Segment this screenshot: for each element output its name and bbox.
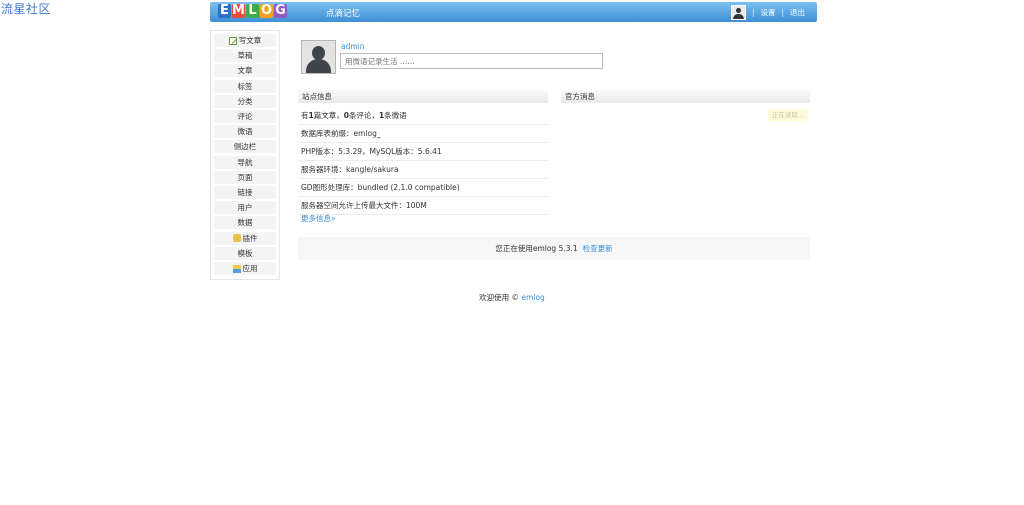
nav-separator: | <box>781 7 784 17</box>
info-row-db-prefix: 数据库表前缀：emlog_ <box>298 125 548 143</box>
logo-letter: M <box>232 3 245 18</box>
username-link[interactable]: admin <box>341 42 365 51</box>
settings-link[interactable]: 设置 <box>760 7 775 18</box>
twitter-status-input[interactable] <box>340 53 603 69</box>
sidebar-item-label: 页面 <box>237 172 253 182</box>
news-loading-indicator: 正在读取... <box>768 109 808 121</box>
official-news-header: 官方消息 <box>561 90 810 103</box>
logo-letter: G <box>274 3 287 18</box>
sidebar-item-label: 分类 <box>237 96 253 106</box>
watermark-text: 流星社区 <box>1 2 52 16</box>
emlog-logo[interactable]: EMLOG <box>218 4 287 20</box>
logo-letter: E <box>218 4 231 18</box>
sidebar-item-label: 评论 <box>237 112 253 121</box>
logo-letter: O <box>260 3 273 18</box>
app-icon <box>232 264 241 273</box>
sidebar-item-label: 导航 <box>237 157 253 167</box>
sidebar-item-label: 应用 <box>242 264 258 273</box>
info-row-server-env: 服务器环境：kangle/sakura <box>298 161 548 179</box>
site-title[interactable]: 点滴记忆 <box>326 7 360 19</box>
more-info-link[interactable]: 更多信息» <box>301 213 336 224</box>
version-bar: 您正在使用emlog 5.3.1 检查更新 <box>298 237 810 260</box>
sidebar-item-label: 数据 <box>237 218 253 228</box>
sidebar-item[interactable]: 插件 <box>214 231 276 245</box>
version-text: 您正在使用emlog 5.3.1 <box>495 244 578 253</box>
footer: 欢迎使用 © emlog <box>0 292 1024 303</box>
sidebar-item[interactable]: 标签 <box>214 79 276 93</box>
sidebar-item-label: 模板 <box>237 248 253 258</box>
sidebar-item[interactable]: 文章 <box>214 64 276 78</box>
write-icon <box>228 36 237 45</box>
profile-avatar[interactable] <box>301 40 336 74</box>
sidebar-item-label: 插件 <box>242 233 258 243</box>
sidebar-item-label: 用户 <box>237 203 253 213</box>
sidebar-menu: 写文章草稿文章标签分类评论微语侧边栏导航页面链接用户数据插件模板应用 <box>210 30 280 280</box>
logo-letter: L <box>246 4 259 18</box>
sidebar-item[interactable]: 数据 <box>214 216 276 230</box>
sidebar-item-label: 草稿 <box>237 51 253 61</box>
sidebar-item-label: 链接 <box>237 188 253 197</box>
sidebar-item-label: 标签 <box>237 81 253 91</box>
footer-text: 欢迎使用 © <box>479 293 520 302</box>
site-stats-row: 有1篇文章，0条评论，1条微语 <box>298 107 548 125</box>
user-nav: | 设置 | 退出 <box>730 4 805 20</box>
info-row-php-version: PHP版本：5.3.29，MySQL版本：5.6.41 <box>298 143 548 161</box>
sidebar-item-label: 文章 <box>237 66 253 76</box>
info-row-gd-library: GD图形处理库：bundled (2.1.0 compatible) <box>298 179 548 197</box>
sidebar-item[interactable]: 链接 <box>214 186 276 199</box>
sidebar-item[interactable]: 应用 <box>214 262 276 275</box>
sidebar-item[interactable]: 写文章 <box>214 34 276 47</box>
sidebar-item-label: 侧边栏 <box>233 142 257 152</box>
sidebar-item-label: 写文章 <box>238 36 262 45</box>
logout-link[interactable]: 退出 <box>790 7 805 18</box>
sidebar-item[interactable]: 用户 <box>214 201 276 215</box>
sidebar-item[interactable]: 模板 <box>214 246 276 260</box>
sidebar-item[interactable]: 导航 <box>214 155 276 169</box>
site-info-header: 站点信息 <box>298 90 548 103</box>
sidebar-item[interactable]: 分类 <box>214 94 276 108</box>
sidebar-item[interactable]: 评论 <box>214 110 276 123</box>
sidebar-item[interactable]: 页面 <box>214 170 276 184</box>
top-header-bar: EMLOG 点滴记忆 | 设置 | 退出 <box>210 2 817 22</box>
check-update-link[interactable]: 检查更新 <box>583 243 613 254</box>
plugin-icon <box>232 234 241 243</box>
sidebar-item[interactable]: 微语 <box>214 125 276 139</box>
sidebar-item-label: 微语 <box>237 127 253 137</box>
footer-emlog-link[interactable]: emlog <box>521 293 544 302</box>
user-avatar-icon[interactable] <box>730 4 746 20</box>
site-info-list: 有1篇文章，0条评论，1条微语 数据库表前缀：emlog_ PHP版本：5.3.… <box>298 107 548 215</box>
nav-separator: | <box>751 7 755 17</box>
sidebar-item[interactable]: 草稿 <box>214 49 276 63</box>
sidebar-item[interactable]: 侧边栏 <box>214 140 276 154</box>
